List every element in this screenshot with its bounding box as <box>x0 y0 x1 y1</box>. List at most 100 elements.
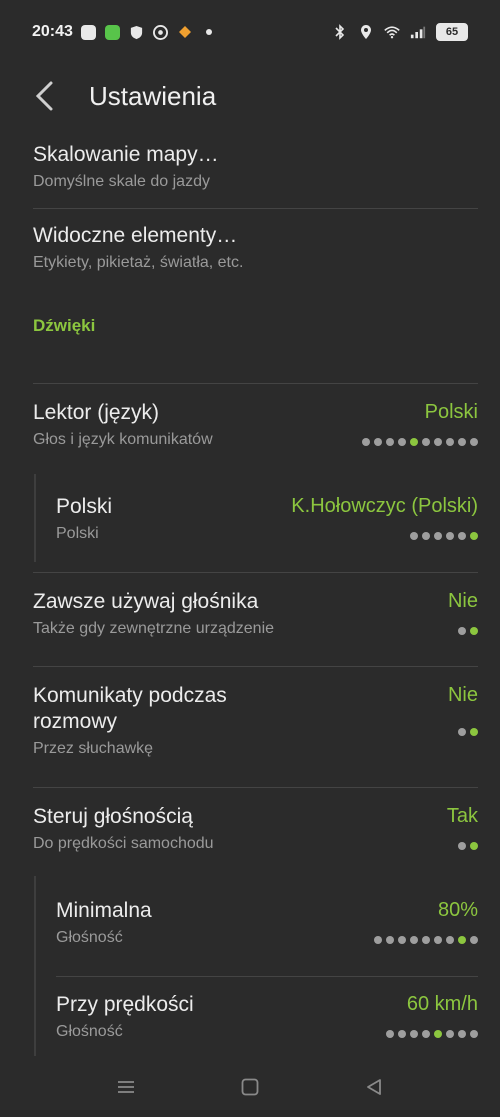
volume-control-subtitle: Do prędkości samochodu <box>33 835 214 852</box>
home-nav-button[interactable] <box>238 1075 262 1099</box>
option-dot <box>470 1030 478 1038</box>
calls-setting[interactable]: Komunikaty podczas rozmowy Przez słuchaw… <box>33 684 478 770</box>
option-dot <box>410 532 418 540</box>
speaker-value: Nie <box>447 590 478 612</box>
option-dot <box>470 936 478 944</box>
option-dot <box>374 438 382 446</box>
menu-nav-button[interactable] <box>114 1075 138 1099</box>
speed-value: 60 km/h <box>406 993 478 1015</box>
lektor-option-dots <box>362 438 478 446</box>
lektor-title: Lektor (język) <box>33 401 160 424</box>
indent-line <box>34 876 36 1056</box>
divider <box>33 208 478 209</box>
speed-volume-setting[interactable]: Przy prędkości Głośność 60 km/h <box>56 993 478 1049</box>
visible-elements-subtitle: Etykiety, pikietaż, światła, etc. <box>33 254 244 271</box>
calls-value: Nie <box>447 684 478 706</box>
system-navigation-bar <box>0 1057 500 1117</box>
option-dot <box>446 1030 454 1038</box>
battery-indicator: 65 <box>436 23 468 41</box>
minimal-volume-setting[interactable]: Minimalna Głośność 80% <box>56 899 478 955</box>
chevron-left-icon <box>35 81 53 111</box>
option-dot <box>458 627 466 635</box>
section-sounds-heading: Dźwięki <box>33 316 96 335</box>
map-scaling-title: Skalowanie mapy… <box>33 143 219 166</box>
signal-icon <box>410 24 426 40</box>
option-dot <box>470 728 478 736</box>
page-title: Ustawienia <box>89 81 217 111</box>
option-dot <box>398 936 406 944</box>
option-dot <box>410 1030 418 1038</box>
option-dot <box>446 438 454 446</box>
divider <box>56 976 478 977</box>
back-button[interactable] <box>26 78 62 114</box>
option-dot <box>386 438 394 446</box>
option-dot <box>458 842 466 850</box>
back-nav-button[interactable] <box>362 1075 386 1099</box>
option-dot <box>398 1030 406 1038</box>
visible-elements-item[interactable]: Widoczne elementy… Etykiety, pikietaż, ś… <box>33 224 478 272</box>
option-dot <box>386 936 394 944</box>
option-dot <box>362 438 370 446</box>
volume-control-value: Tak <box>446 805 478 827</box>
volume-control-setting[interactable]: Steruj głośnością Do prędkości samochodu… <box>33 805 478 861</box>
option-dot <box>422 438 430 446</box>
calls-title-line1: Komunikaty podczas <box>33 684 227 707</box>
divider <box>33 787 478 788</box>
option-dot <box>458 728 466 736</box>
option-dot <box>434 936 442 944</box>
divider <box>33 383 478 384</box>
lektor-value: Polski <box>424 401 478 423</box>
status-time: 20:43 <box>32 23 73 40</box>
option-dot <box>458 438 466 446</box>
status-right: 65 <box>332 23 468 41</box>
divider <box>33 666 478 667</box>
option-dot <box>386 1030 394 1038</box>
menu-icon <box>118 1081 134 1093</box>
option-dot <box>458 1030 466 1038</box>
speaker-title: Zawsze używaj głośnika <box>33 590 259 613</box>
option-dot <box>446 936 454 944</box>
location-icon <box>358 24 374 40</box>
back-triangle-icon <box>367 1079 381 1095</box>
volume-control-option-dots <box>458 842 478 850</box>
option-dot <box>458 532 466 540</box>
minimal-value: 80% <box>437 899 478 921</box>
minimal-title: Minimalna <box>56 899 152 922</box>
option-dot <box>422 1030 430 1038</box>
vpn-shield-icon <box>129 24 145 40</box>
indent-line <box>34 474 36 562</box>
notification-app-icon <box>81 24 97 40</box>
voice-setting[interactable]: Polski Polski K.Hołowczyc (Polski) <box>56 495 478 551</box>
minimal-option-dots <box>374 936 478 944</box>
notification-shop-icon <box>105 24 121 40</box>
option-dot <box>422 936 430 944</box>
status-left: 20:43 <box>32 23 217 41</box>
speaker-option-dots <box>458 627 478 635</box>
voice-option-dots <box>410 532 478 540</box>
map-scaling-item[interactable]: Skalowanie mapy… Domyślne skale do jazdy <box>33 143 478 191</box>
chrome-icon <box>153 24 169 40</box>
calls-title-line2: rozmowy <box>33 710 118 733</box>
option-dot <box>398 438 406 446</box>
option-dot <box>470 627 478 635</box>
option-dot <box>470 842 478 850</box>
speaker-setting[interactable]: Zawsze używaj głośnika Także gdy zewnętr… <box>33 590 478 646</box>
app-header: Ustawienia <box>0 64 500 128</box>
option-dot <box>470 532 478 540</box>
status-bar: 20:43 65 <box>0 0 500 64</box>
lektor-setting[interactable]: Lektor (język) Głos i język komunikatów … <box>33 401 478 457</box>
option-dot <box>434 438 442 446</box>
calls-option-dots <box>458 728 478 736</box>
speed-option-dots <box>386 1030 478 1038</box>
option-dot <box>434 1030 442 1038</box>
speaker-subtitle: Także gdy zewnętrzne urządzenie <box>33 620 275 637</box>
wifi-icon <box>384 24 400 40</box>
option-dot <box>446 532 454 540</box>
divider <box>33 572 478 573</box>
more-notifications-icon <box>201 24 217 40</box>
app-orange-icon <box>177 24 193 40</box>
option-dot <box>422 532 430 540</box>
option-dot <box>410 438 418 446</box>
option-dot <box>470 438 478 446</box>
calls-subtitle: Przez słuchawkę <box>33 740 154 757</box>
